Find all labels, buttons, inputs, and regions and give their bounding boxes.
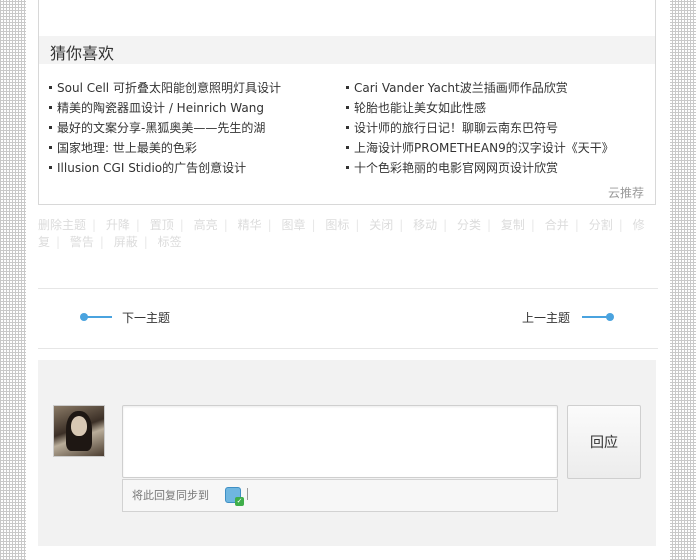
mod-link[interactable]: 图章 <box>281 218 305 232</box>
moderation-links: 删除主题 | 升降 | 置顶 | 高亮 | 精华 | 图章 | 图标 | 关闭 | 移动 | 分类… <box>38 217 648 251</box>
recommend-item[interactable]: 国家地理: 世上最美的色彩 <box>49 138 281 158</box>
avatar-face <box>71 416 87 436</box>
recommend-item[interactable]: 最好的文案分享-黑狐奥美——先生的湖 <box>49 118 281 138</box>
bullet-icon <box>49 166 52 169</box>
next-thread-label[interactable]: 下一主题 <box>122 309 170 326</box>
recommend-item[interactable]: 设计师的旅行日记！聊聊云南东巴符号 <box>346 118 614 138</box>
divider: | <box>179 218 184 232</box>
recommend-source[interactable]: 云推荐 <box>608 184 644 201</box>
reply-sync-bar: 将此回复同步到 ✓ <box>122 479 558 512</box>
mod-link[interactable]: 关闭 <box>369 218 393 232</box>
prev-thread-link[interactable]: 上一主题 <box>522 308 614 326</box>
bullet-icon <box>49 146 52 149</box>
arrow-right-icon <box>606 313 614 321</box>
bullet-icon <box>346 166 349 169</box>
recommend-item[interactable]: Cari Vander Yacht波兰插画师作品欣赏 <box>346 78 614 98</box>
divider: | <box>92 218 97 232</box>
divider: | <box>618 218 623 232</box>
reply-submit-button[interactable]: 回应 <box>567 405 641 479</box>
bullet-icon <box>346 86 349 89</box>
prev-thread-label[interactable]: 上一主题 <box>522 309 570 326</box>
reply-input[interactable] <box>122 405 558 478</box>
divider: | <box>574 218 579 232</box>
recommend-item[interactable]: 精美的陶瓷器皿设计 / Heinrich Wang <box>49 98 281 118</box>
bullet-icon <box>49 126 52 129</box>
mod-link[interactable]: 合并 <box>545 218 569 232</box>
mod-link[interactable]: 升降 <box>106 218 130 232</box>
divider: | <box>99 235 104 249</box>
mod-link[interactable]: 图标 <box>325 218 349 232</box>
divider: | <box>267 218 272 232</box>
mod-link[interactable]: 高亮 <box>194 218 218 232</box>
recommend-item[interactable]: 十个色彩艳丽的电影官网网页设计欣赏 <box>346 158 614 178</box>
mod-link[interactable]: 复制 <box>501 218 525 232</box>
recommend-title: 猜你喜欢 <box>50 44 115 63</box>
divider <box>38 348 658 349</box>
bullet-icon <box>346 106 349 109</box>
mod-link[interactable]: 删除主题 <box>38 218 86 232</box>
mod-link[interactable]: 分割 <box>589 218 613 232</box>
mod-link[interactable]: 屏蔽 <box>114 235 138 249</box>
mod-link[interactable]: 精华 <box>238 218 262 232</box>
qzone-sync-icon[interactable]: ✓ <box>225 487 244 506</box>
divider: | <box>355 218 360 232</box>
mod-link[interactable]: 置顶 <box>150 218 174 232</box>
recommend-header: 猜你喜欢 <box>39 36 655 64</box>
mod-link[interactable]: 警告 <box>70 235 94 249</box>
recommend-item[interactable]: Soul Cell 可折叠太阳能创意照明灯具设计 <box>49 78 281 98</box>
divider <box>38 288 658 289</box>
thread-content: 猜你喜欢 Soul Cell 可折叠太阳能创意照明灯具设计 精美的陶瓷器皿设计 … <box>26 0 670 560</box>
divider: | <box>56 235 61 249</box>
divider: | <box>443 218 448 232</box>
sync-label: 将此回复同步到 <box>132 489 209 502</box>
check-icon: ✓ <box>235 497 244 506</box>
bullet-icon <box>346 146 349 149</box>
mod-link[interactable]: 分类 <box>457 218 481 232</box>
divider: | <box>143 235 148 249</box>
mod-link[interactable]: 标签 <box>158 235 182 249</box>
bullet-icon <box>346 126 349 129</box>
recommend-item[interactable]: 轮胎也能让美女如此性感 <box>346 98 614 118</box>
divider <box>247 488 248 500</box>
recommend-box: 猜你喜欢 Soul Cell 可折叠太阳能创意照明灯具设计 精美的陶瓷器皿设计 … <box>38 0 656 205</box>
recommend-list-left: Soul Cell 可折叠太阳能创意照明灯具设计 精美的陶瓷器皿设计 / Hei… <box>49 78 281 178</box>
reply-area: 将此回复同步到 ✓ 回应 <box>38 360 656 546</box>
mod-link[interactable]: 移动 <box>413 218 437 232</box>
avatar[interactable] <box>53 405 105 457</box>
recommend-list-right: Cari Vander Yacht波兰插画师作品欣赏 轮胎也能让美女如此性感 设… <box>346 78 614 178</box>
recommend-item[interactable]: Illusion CGI Stidio的广告创意设计 <box>49 158 281 178</box>
divider: | <box>530 218 535 232</box>
divider: | <box>223 218 228 232</box>
arrow-left-line <box>82 316 112 318</box>
divider: | <box>311 218 316 232</box>
bullet-icon <box>49 86 52 89</box>
divider: | <box>399 218 404 232</box>
divider: | <box>135 218 140 232</box>
recommend-item[interactable]: 上海设计师PROMETHEAN9的汉字设计《天干》 <box>346 138 614 158</box>
divider: | <box>487 218 492 232</box>
bullet-icon <box>49 106 52 109</box>
